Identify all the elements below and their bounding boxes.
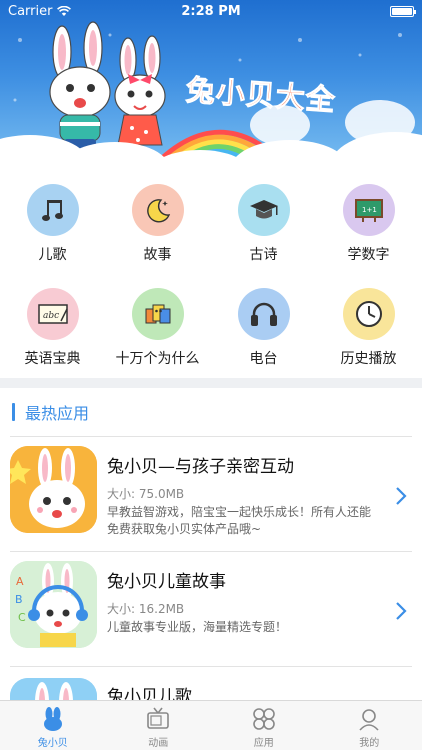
- svg-text:A: A: [16, 575, 24, 588]
- category-label: 十万个为什么: [115, 351, 200, 367]
- graduation-cap-icon: [249, 200, 278, 219]
- books-icon: [145, 304, 170, 324]
- profile-icon: [359, 709, 379, 731]
- category-poems[interactable]: 古诗: [211, 178, 316, 274]
- rabbit-app-icon: [10, 678, 97, 700]
- category-circle: [131, 288, 184, 340]
- svg-text:abc: abc: [43, 311, 59, 321]
- music-note-icon: [41, 200, 63, 221]
- rabbit-app-icon: [10, 446, 97, 533]
- apps-grid-icon: [252, 708, 275, 730]
- category-label: 儿歌: [38, 247, 67, 263]
- status-bar: Carrier 2:28 PM: [0, 0, 422, 22]
- category-circle: [237, 288, 290, 340]
- app-list-item[interactable]: A B C 兔小贝儿童故事 大小: 16.2MB 儿童故事专业版，海量精选专题！: [0, 553, 422, 668]
- category-label: 英语宝典: [24, 351, 81, 367]
- section-separator: [0, 378, 422, 388]
- category-circle: [342, 288, 395, 340]
- section-header: 最热应用: [12, 400, 89, 424]
- tv-icon: [147, 707, 170, 729]
- cloud-decoration: [345, 100, 415, 145]
- cloud-decoration: [250, 105, 310, 145]
- svg-text:1+1: 1+1: [362, 206, 377, 214]
- category-grid: 儿歌 故事 古诗 1+1 学数字 abc 英语宝典 十万个为什么 电台 历史播放: [0, 178, 422, 376]
- category-label: 故事: [143, 247, 172, 263]
- tab-mine[interactable]: 我的: [317, 701, 422, 750]
- category-history[interactable]: 历史播放: [316, 282, 421, 378]
- tab-apps[interactable]: 应用: [211, 701, 317, 750]
- rabbit-boy-illustration: [49, 21, 111, 149]
- tab-label: 动画: [148, 738, 169, 749]
- category-numbers[interactable]: 1+1 学数字: [316, 178, 421, 274]
- category-circle: [131, 184, 184, 236]
- app-name: 兔小贝儿歌: [107, 687, 192, 700]
- chevron-right-icon: [396, 487, 407, 505]
- category-circle: [26, 184, 79, 236]
- status-time: 2:28 PM: [181, 3, 241, 19]
- tab-label: 我的: [359, 738, 380, 749]
- header-banner: Carrier 2:28 PM 兔小贝大全: [0, 0, 422, 170]
- battery-icon: [390, 5, 416, 17]
- moon-icon: [146, 199, 170, 223]
- divider: [10, 436, 412, 437]
- tab-home[interactable]: 兔小贝: [0, 701, 106, 750]
- category-radio[interactable]: 电台: [211, 282, 316, 378]
- svg-text:C: C: [18, 611, 26, 624]
- app-name: 兔小贝—与孩子亲密互动: [107, 457, 294, 477]
- carrier-label: Carrier: [8, 3, 53, 19]
- tab-label: 应用: [253, 738, 274, 749]
- app-description: 儿童故事专业版，海量精选专题！: [107, 620, 288, 634]
- category-songs[interactable]: 儿歌: [0, 178, 105, 274]
- category-why[interactable]: 十万个为什么: [105, 282, 210, 378]
- headphones-icon: [250, 302, 277, 326]
- app-size: 大小: 16.2MB: [107, 602, 185, 616]
- wifi-icon: [57, 5, 72, 16]
- divider: [10, 666, 412, 667]
- app-name: 兔小贝儿童故事: [107, 572, 226, 592]
- rabbit-girl-illustration: [114, 35, 166, 146]
- blackboard-icon: 1+1: [354, 199, 383, 222]
- tab-cartoon[interactable]: 动画: [106, 701, 212, 750]
- abc-board-icon: abc: [37, 304, 68, 324]
- section-title: 最热应用: [25, 404, 90, 423]
- category-circle: [237, 184, 290, 236]
- svg-text:B: B: [15, 593, 23, 606]
- category-stories[interactable]: 故事: [105, 178, 210, 274]
- app-list-item[interactable]: 兔小贝—与孩子亲密互动 大小: 75.0MB 早教益智游戏，陪宝宝一起快乐成长！…: [0, 438, 422, 553]
- tab-bar: 兔小贝 动画 应用 我的: [0, 700, 422, 750]
- chevron-right-icon: [396, 602, 407, 620]
- rabbit-icon: [43, 707, 62, 731]
- category-label: 电台: [249, 351, 278, 367]
- category-circle: 1+1: [342, 184, 395, 236]
- category-label: 历史播放: [340, 351, 397, 367]
- clock-icon: [355, 301, 382, 327]
- app-size: 大小: 75.0MB: [107, 487, 185, 501]
- app-icon: A B C: [10, 561, 97, 648]
- category-circle: abc: [26, 288, 79, 340]
- tab-label: 兔小贝: [37, 738, 68, 749]
- section-accent-bar: [12, 403, 15, 421]
- app-icon: [10, 678, 97, 700]
- category-english[interactable]: abc 英语宝典: [0, 282, 105, 378]
- category-label: 学数字: [347, 247, 390, 263]
- app-list-item[interactable]: 兔小贝儿歌: [0, 668, 422, 700]
- app-icon: [10, 446, 97, 533]
- divider: [10, 551, 412, 552]
- rabbit-app-icon: A B C: [10, 561, 97, 648]
- category-label: 古诗: [249, 247, 278, 263]
- app-description: 早教益智游戏，陪宝宝一起快乐成长！所有人还能免费获取兔小贝实体产品哦~: [107, 505, 372, 536]
